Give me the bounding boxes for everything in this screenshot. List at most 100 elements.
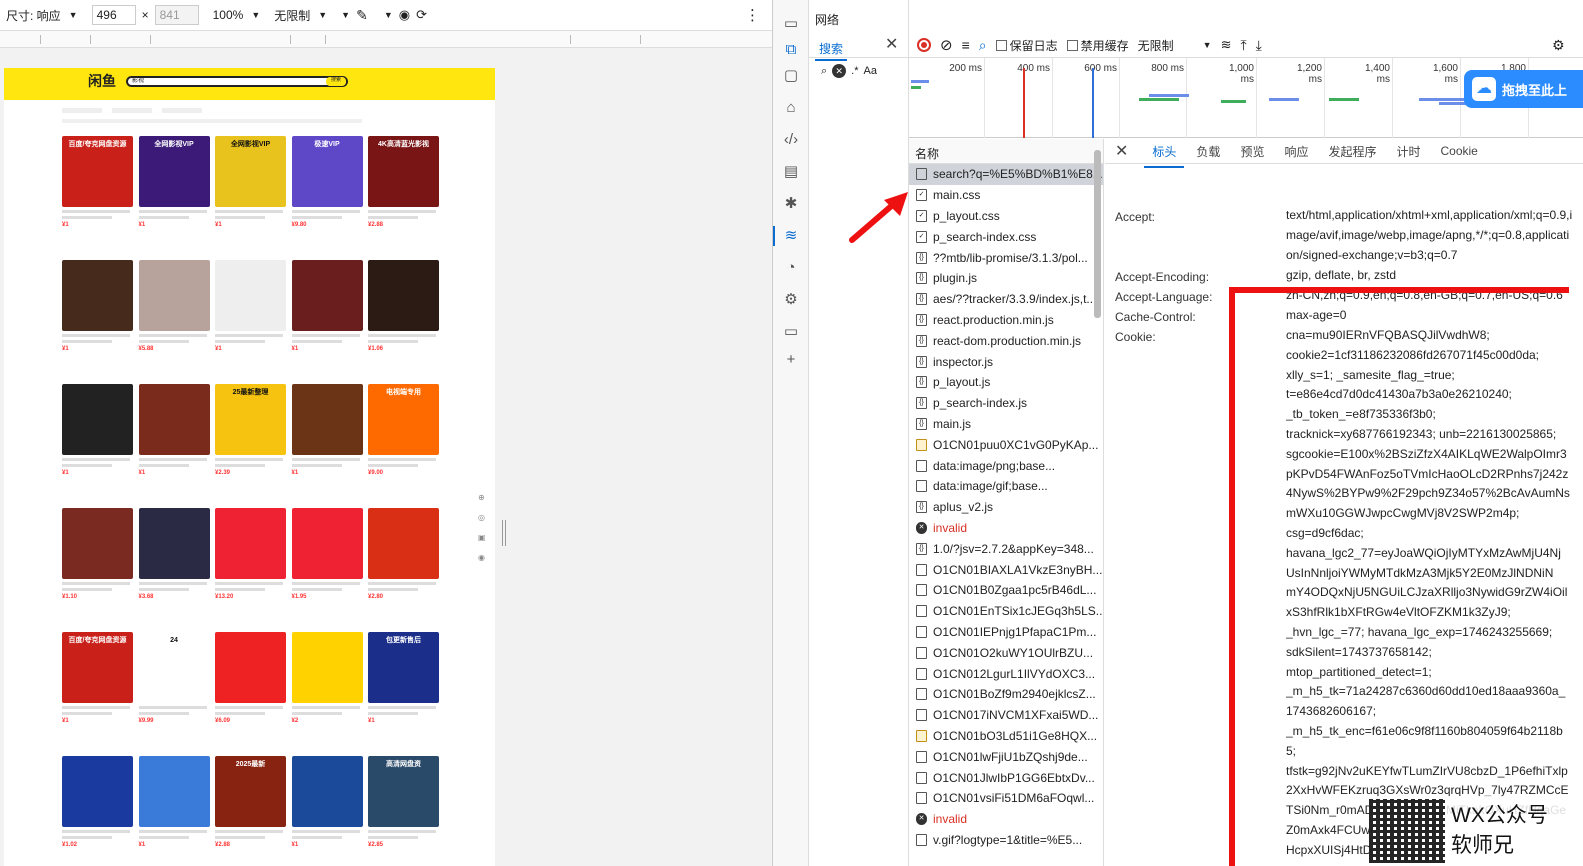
settings-icon[interactable]: ⚙ — [1552, 37, 1565, 54]
request-row[interactable]: {} react-dom.production.min.js — [909, 330, 1103, 351]
request-row[interactable]: ✓ p_layout.css — [909, 206, 1103, 227]
viewport-height-input[interactable]: 841 — [154, 5, 199, 25]
product-card[interactable]: 2025最新 ¥2.88 — [215, 756, 287, 866]
request-row[interactable]: {} p_search-index.js — [909, 393, 1103, 414]
product-card[interactable]: 全网影视VIP ¥1 — [215, 136, 287, 260]
product-card[interactable]: ¥2 — [291, 632, 364, 756]
download-icon[interactable]: ⤓ — [1256, 37, 1262, 54]
device-icon[interactable]: ▭ — [781, 14, 801, 34]
product-image[interactable]: 全网影视VIP — [138, 136, 210, 207]
more-icon[interactable]: ⋮ — [745, 6, 760, 24]
throttle-select[interactable]: 无限制 — [274, 7, 310, 24]
product-image[interactable]: 电视端专用 — [368, 384, 439, 455]
product-card[interactable]: 25最新整理 ¥2.39 — [215, 384, 287, 508]
request-row[interactable]: O1CN01BIAXLA1VkzE3nyBH... — [909, 559, 1103, 580]
site-logo[interactable]: 闲鱼 — [88, 71, 116, 91]
request-row[interactable]: {} aes/??tracker/3.3.9/index.js,t... — [909, 289, 1103, 310]
detail-tab[interactable]: Cookie — [1431, 144, 1488, 158]
product-image[interactable] — [291, 260, 363, 331]
regex-toggle[interactable]: .* — [851, 65, 858, 77]
request-row[interactable]: ✕ invalid — [909, 518, 1103, 539]
product-image[interactable] — [291, 756, 363, 827]
gear-icon[interactable]: ⚙ — [781, 290, 801, 310]
product-image[interactable] — [215, 632, 286, 703]
request-row[interactable]: O1CN01lwFjiU1bZQshj9de... — [909, 746, 1103, 767]
chevron-down-icon[interactable]: ▼ — [251, 10, 260, 20]
site-search-input[interactable]: 影视 搜索 — [126, 75, 348, 87]
product-card[interactable]: ¥1 — [62, 384, 134, 508]
close-icon[interactable]: ✕ — [885, 34, 898, 54]
scrollbar[interactable] — [1094, 150, 1101, 318]
request-row[interactable]: O1CN017iNVCM1XFxai5WD... — [909, 705, 1103, 726]
chevron-down-icon[interactable]: ▼ — [384, 10, 393, 20]
product-image[interactable] — [138, 384, 210, 455]
tool-icon[interactable]: ⊕ — [478, 493, 492, 502]
product-card[interactable]: 24 ¥9.99 — [138, 632, 211, 756]
product-image[interactable] — [291, 384, 363, 455]
home-icon[interactable]: ⌂ — [781, 98, 801, 118]
request-row[interactable]: ✓ p_search-index.css — [909, 226, 1103, 247]
request-row[interactable]: ✓ main.css — [909, 185, 1103, 206]
code-icon[interactable]: ‹/› — [781, 130, 801, 150]
request-row[interactable]: O1CN01O2kuWY1OUlrBZU... — [909, 642, 1103, 663]
eye-icon[interactable]: ◉ — [399, 7, 410, 23]
product-card[interactable]: 4K高清蓝光影视 ¥2.88 — [368, 136, 440, 260]
product-card[interactable]: ¥1.02 — [62, 756, 134, 866]
product-card[interactable]: ¥1 — [62, 260, 134, 384]
search-button[interactable]: 搜索 — [326, 76, 346, 86]
filter-item[interactable] — [62, 108, 102, 113]
request-row[interactable]: v.gif?logtype=1&title=%E5... — [909, 830, 1103, 851]
product-image[interactable] — [138, 260, 210, 331]
disable-cache-checkbox[interactable]: 禁用缓存 — [1066, 37, 1129, 54]
request-row[interactable]: O1CN01JlwIbP1GG6EbtxDv... — [909, 767, 1103, 788]
product-image[interactable]: 24 — [138, 632, 210, 703]
product-image[interactable]: 4K高清蓝光影视 — [368, 136, 439, 207]
chevron-down-icon[interactable]: ▼ — [69, 10, 78, 20]
tool-icon[interactable]: ◎ — [478, 513, 492, 522]
request-row[interactable]: data:image/gif;base... — [909, 476, 1103, 497]
zoom-select[interactable]: 100% — [213, 8, 244, 22]
product-card[interactable]: ¥1 — [138, 384, 211, 508]
name-column-header[interactable]: 名称 — [909, 139, 1103, 164]
resize-handle[interactable] — [502, 520, 506, 546]
request-row[interactable]: {} 1.0/?jsv=2.7.2&appKey=348... — [909, 538, 1103, 559]
tool-icon[interactable]: ▣ — [478, 533, 492, 542]
request-row[interactable]: {} main.js — [909, 414, 1103, 435]
window-icon[interactable]: ▢ — [781, 66, 801, 86]
filter-item[interactable] — [62, 119, 362, 123]
product-card[interactable]: ¥1 — [138, 756, 211, 866]
inspect-icon[interactable]: ⧉ — [781, 40, 801, 60]
request-row[interactable]: {} plugin.js — [909, 268, 1103, 289]
product-card[interactable]: ¥3.68 — [138, 508, 211, 632]
product-card[interactable]: ¥1.06 — [368, 260, 440, 384]
product-card[interactable]: 极速VIP ¥9.80 — [291, 136, 364, 260]
product-image[interactable] — [62, 384, 133, 455]
detail-tab[interactable]: 预览 — [1230, 143, 1274, 160]
request-row[interactable]: {} react.production.min.js — [909, 310, 1103, 331]
product-image[interactable] — [138, 756, 210, 827]
device-size-label[interactable]: 尺寸: 响应 — [6, 7, 61, 24]
chevron-down-icon[interactable]: ▼ — [318, 10, 327, 20]
request-row[interactable]: O1CN01vsiFi51DM6aFOqwl... — [909, 788, 1103, 809]
wifi-icon[interactable]: ≋ — [781, 226, 801, 246]
product-image[interactable] — [291, 508, 363, 579]
detail-tab[interactable]: 标头 — [1142, 143, 1186, 168]
product-card[interactable]: 百度/夸克网盘资源 ¥1 — [62, 632, 134, 756]
product-image[interactable] — [291, 632, 363, 703]
request-row[interactable]: O1CN012LgurL1IlVYdOXC3... — [909, 663, 1103, 684]
application-icon[interactable]: ▭ — [781, 322, 801, 342]
detail-tab[interactable]: 计时 — [1386, 143, 1430, 160]
console-icon[interactable]: ▤ — [781, 162, 801, 182]
product-card[interactable]: ¥1.10 — [62, 508, 134, 632]
chevron-down-icon[interactable]: ▼ — [341, 10, 350, 20]
case-toggle[interactable]: Aa — [864, 65, 877, 77]
viewport-width-input[interactable]: 496 — [91, 5, 136, 25]
clear-icon[interactable]: ✕ — [832, 64, 847, 78]
product-card[interactable]: ¥13.20 — [215, 508, 287, 632]
chevron-down-icon[interactable]: ▼ — [1203, 40, 1212, 50]
product-card[interactable]: 高清网盘资 ¥2.85 — [368, 756, 440, 866]
product-card[interactable]: ¥1 — [215, 260, 287, 384]
product-card[interactable]: 百度/夸克网盘资源 ¥1 — [62, 136, 134, 260]
product-image[interactable]: 百度/夸克网盘资源 — [62, 136, 133, 207]
request-row[interactable]: O1CN01B0Zgaa1pc5rB46dL... — [909, 580, 1103, 601]
